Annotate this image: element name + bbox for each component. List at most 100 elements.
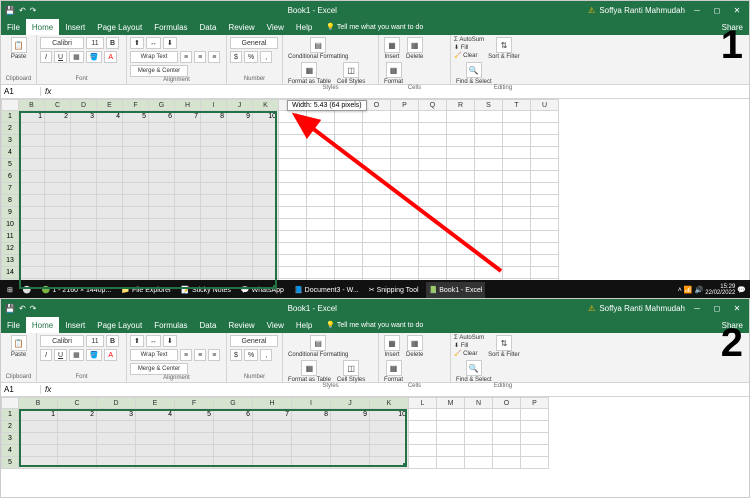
cell[interactable] [201, 231, 227, 243]
cell[interactable] [71, 243, 97, 255]
cell[interactable] [521, 433, 549, 445]
column-header[interactable]: D [97, 397, 136, 409]
whatsapp-icon[interactable]: 💬 WhatsApp [238, 282, 287, 298]
column-header[interactable]: O [493, 397, 521, 409]
cell[interactable] [71, 171, 97, 183]
cell[interactable] [45, 267, 71, 279]
row-header[interactable]: 4 [1, 445, 19, 457]
tab-page-layout[interactable]: Page Layout [91, 317, 148, 333]
search-icon[interactable]: ⚪ [20, 282, 35, 298]
cell[interactable] [19, 171, 45, 183]
column-header[interactable]: C [45, 99, 71, 111]
sort-filter-button[interactable]: ⇅Sort & Filter [486, 335, 522, 358]
cell[interactable] [253, 445, 292, 457]
cell[interactable] [175, 267, 201, 279]
cell[interactable] [465, 421, 493, 433]
row-header[interactable]: 13 [1, 255, 19, 267]
cell[interactable] [97, 267, 123, 279]
cell[interactable]: 7 [175, 111, 201, 123]
cell[interactable] [123, 231, 149, 243]
column-header[interactable]: L [409, 397, 437, 409]
cell[interactable] [227, 243, 253, 255]
align-left-icon[interactable]: ≡ [180, 51, 192, 63]
cell[interactable]: 2 [58, 409, 97, 421]
cell[interactable] [253, 207, 279, 219]
column-header[interactable]: H [175, 99, 201, 111]
cell[interactable] [531, 171, 559, 183]
delete-cells-button[interactable]: ▦Delete [404, 335, 425, 358]
cell[interactable] [437, 421, 465, 433]
cell[interactable] [45, 207, 71, 219]
file-explorer-icon[interactable]: 📁 File Explorer [118, 282, 174, 298]
cell[interactable] [253, 243, 279, 255]
notifications-icon[interactable]: 💬 [737, 286, 746, 294]
fill-button[interactable]: ⬇ Fill [454, 44, 484, 51]
column-header[interactable]: K [370, 397, 409, 409]
cell[interactable] [437, 409, 465, 421]
cell[interactable] [175, 445, 214, 457]
cell[interactable] [201, 183, 227, 195]
cell[interactable] [97, 255, 123, 267]
clear-button[interactable]: 🧹 Clear [454, 52, 484, 59]
fx-icon[interactable]: fx [45, 385, 51, 394]
cell[interactable] [175, 231, 201, 243]
cell[interactable] [227, 171, 253, 183]
cell[interactable] [71, 123, 97, 135]
column-header[interactable]: G [214, 397, 253, 409]
cell[interactable] [19, 183, 45, 195]
tab-page-layout[interactable]: Page Layout [91, 19, 148, 35]
sort-filter-button[interactable]: ⇅Sort & Filter [486, 37, 522, 60]
minimize-icon[interactable]: ─ [689, 3, 705, 17]
border-button[interactable]: ▦ [69, 349, 84, 361]
column-header[interactable]: D [71, 99, 97, 111]
cell[interactable] [71, 207, 97, 219]
cell[interactable] [71, 159, 97, 171]
start-button[interactable]: ⊞ [4, 282, 16, 298]
cell[interactable] [227, 135, 253, 147]
cell[interactable] [292, 433, 331, 445]
cell[interactable] [71, 219, 97, 231]
column-header[interactable]: I [292, 397, 331, 409]
select-all-corner[interactable] [1, 397, 19, 409]
align-center-icon[interactable]: ≡ [194, 349, 206, 361]
cell[interactable]: 6 [149, 111, 175, 123]
redo-icon[interactable]: ↷ [30, 304, 37, 313]
cell[interactable] [123, 255, 149, 267]
cell[interactable]: 10 [370, 409, 409, 421]
cell[interactable] [531, 231, 559, 243]
column-header[interactable]: J [331, 397, 370, 409]
cell[interactable] [149, 159, 175, 171]
cell[interactable] [521, 445, 549, 457]
cell[interactable] [123, 147, 149, 159]
percent-icon[interactable]: % [244, 349, 258, 361]
cell[interactable] [19, 135, 45, 147]
tab-insert[interactable]: Insert [59, 317, 91, 333]
cell[interactable] [123, 159, 149, 171]
name-box[interactable]: A1 [1, 87, 41, 96]
conditional-formatting-button[interactable]: ▤Conditional Formatting [286, 37, 350, 60]
cell[interactable] [149, 231, 175, 243]
cell[interactable] [149, 243, 175, 255]
cell[interactable] [97, 135, 123, 147]
find-select-button[interactable]: 🔍Find & Select [454, 360, 494, 383]
cell[interactable] [136, 433, 175, 445]
font-color-button[interactable]: A [104, 51, 117, 63]
cell[interactable] [71, 255, 97, 267]
cell[interactable] [531, 267, 559, 279]
cell[interactable] [71, 231, 97, 243]
cell[interactable] [175, 433, 214, 445]
cell[interactable] [465, 409, 493, 421]
cell[interactable] [123, 135, 149, 147]
tab-home[interactable]: Home [26, 317, 59, 333]
cell[interactable] [175, 135, 201, 147]
cell[interactable] [19, 445, 58, 457]
tab-formulas[interactable]: Formulas [148, 19, 193, 35]
percent-icon[interactable]: % [244, 51, 258, 63]
fill-color-button[interactable]: 🪣 [86, 349, 103, 361]
maximize-icon[interactable]: ◻ [709, 3, 725, 17]
cell[interactable] [149, 135, 175, 147]
column-header[interactable]: F [123, 99, 149, 111]
cell[interactable]: 7 [253, 409, 292, 421]
cell[interactable] [149, 207, 175, 219]
cell[interactable] [214, 457, 253, 469]
